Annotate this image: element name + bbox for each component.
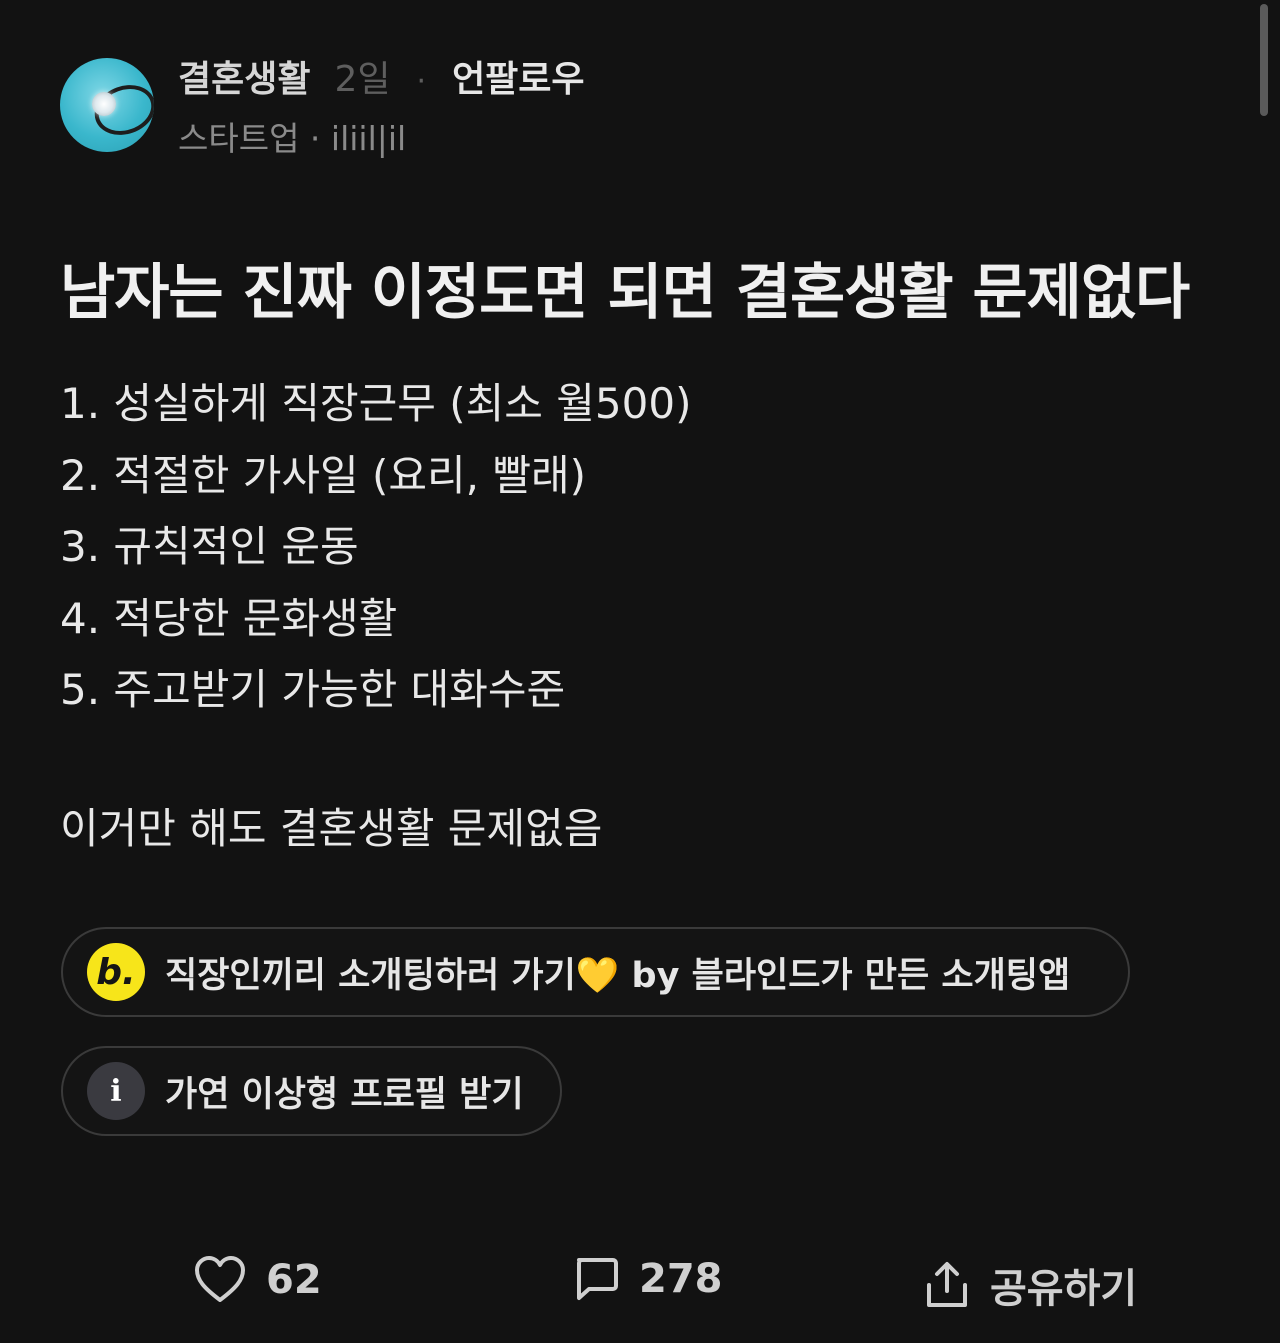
post-closing-text: 이거만 해도 결혼생활 문제없음 bbox=[60, 804, 603, 853]
comment-button[interactable]: 278 bbox=[573, 1256, 723, 1302]
post-header: 결혼생활 2일 · 언팔로우 스타트업 · iliil|il bbox=[60, 50, 585, 160]
post-title: 남자는 진짜 이정도면 되면 결혼생활 문제없다 bbox=[60, 258, 1190, 328]
info-icon: i bbox=[87, 1062, 145, 1120]
profile-promo-button[interactable]: i 가연 이상형 프로필 받기 bbox=[61, 1046, 562, 1136]
diamond-image bbox=[92, 92, 116, 116]
list-item: 5. 주고받기 가능한 대화수준 bbox=[60, 665, 566, 714]
dating-promo-button[interactable]: b. 직장인끼리 소개팅하러 가기💛 by 블라인드가 만든 소개팅앱 bbox=[61, 927, 1130, 1017]
dating-promo-text: 직장인끼리 소개팅하러 가기 bbox=[165, 955, 576, 996]
blind-logo-icon: b. bbox=[87, 943, 145, 1001]
profile-promo-label: 가연 이상형 프로필 받기 bbox=[165, 1074, 524, 1115]
action-bar: 62 278 공유하기 bbox=[0, 1256, 1280, 1320]
dating-promo-suffix: by 블라인드가 만든 소개팅앱 bbox=[619, 955, 1071, 996]
share-label: 공유하기 bbox=[990, 1266, 1138, 1312]
channel-avatar[interactable] bbox=[60, 58, 154, 152]
list-item: 2. 적절한 가사일 (요리, 빨래) bbox=[60, 450, 586, 500]
author-info: 스타트업 · iliil|il bbox=[178, 119, 407, 158]
post-time: 2일 bbox=[334, 59, 391, 100]
post-page: 결혼생활 2일 · 언팔로우 스타트업 · iliil|il 남자는 진짜 이정… bbox=[0, 0, 1280, 1343]
comment-count: 278 bbox=[639, 1256, 723, 1302]
share-button[interactable]: 공유하기 bbox=[924, 1256, 1137, 1314]
scrollbar[interactable] bbox=[1260, 4, 1268, 116]
list-item: 1. 성실하게 직장근무 (최소 월500) bbox=[60, 379, 692, 428]
list-item: 4. 적당한 문화생활 bbox=[60, 593, 398, 643]
like-button[interactable]: 62 bbox=[194, 1256, 322, 1304]
like-count: 62 bbox=[266, 1257, 322, 1303]
share-icon bbox=[927, 1262, 967, 1307]
yellow-heart-icon: 💛 bbox=[575, 955, 620, 996]
unfollow-button[interactable]: 언팔로우 bbox=[452, 50, 584, 102]
dating-promo-label: 직장인끼리 소개팅하러 가기💛 by 블라인드가 만든 소개팅앱 bbox=[165, 947, 1070, 998]
meta-row: 결혼생활 2일 · 언팔로우 bbox=[178, 50, 585, 102]
post-meta: 결혼생활 2일 · 언팔로우 스타트업 · iliil|il bbox=[178, 50, 585, 160]
comment-icon bbox=[577, 1258, 618, 1300]
channel-name[interactable]: 결혼생활 bbox=[178, 50, 310, 102]
list-item: 3. 규칙적인 운동 bbox=[60, 522, 359, 571]
post-body-list: 1. 성실하게 직장근무 (최소 월500) 2. 적절한 가사일 (요리, 빨… bbox=[60, 368, 691, 726]
heart-icon bbox=[195, 1256, 245, 1302]
meta-separator: · bbox=[416, 64, 427, 99]
